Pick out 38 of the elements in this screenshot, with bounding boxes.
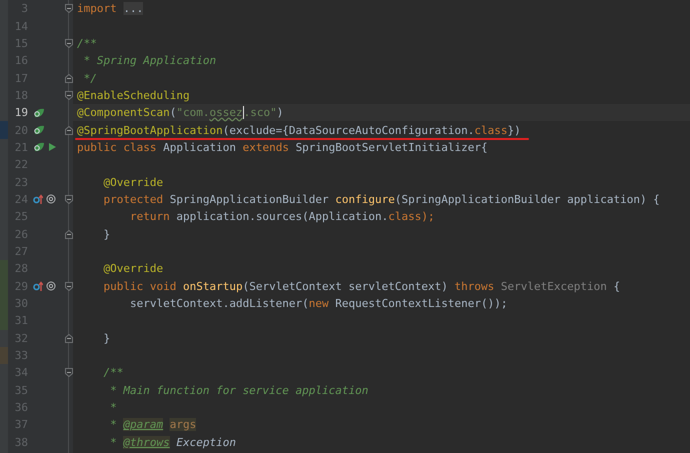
override-icon[interactable] — [33, 280, 43, 292]
code-line: public class Application extends SpringBootServletInitializer{ — [77, 140, 488, 154]
fold-icon[interactable] — [64, 74, 72, 83]
fold-icon[interactable] — [64, 334, 72, 343]
fold-icon[interactable] — [64, 282, 72, 291]
code-line: } — [102, 228, 110, 241]
code-line: */ — [82, 72, 97, 85]
code-line: return application.sources(Application.class); — [128, 210, 435, 224]
code-line: * — [109, 401, 117, 414]
code-line: public void onStartup(ServletContext servletContext) throws ServletException { — [102, 280, 620, 293]
code-line: } — [102, 332, 110, 345]
code-line: @Override — [102, 262, 164, 276]
code-line: @Override — [102, 176, 164, 189]
code-line: /** — [77, 36, 97, 50]
override-icon[interactable] — [33, 194, 43, 205]
fold-icon[interactable] — [64, 126, 72, 135]
line-number: 19 — [14, 106, 28, 120]
code-line: @SpringBootApplication(exclude={DataSourceAutoConfiguration.class}) — [77, 124, 521, 137]
run-icon[interactable] — [48, 142, 57, 152]
code-line: /** — [102, 366, 124, 380]
fold-icon[interactable] — [64, 38, 72, 48]
code-line: @ComponentScan("com.ossez.sco") — [77, 106, 284, 119]
fold-icon[interactable] — [64, 230, 72, 239]
bean-icon[interactable] — [33, 141, 45, 154]
fold-icon[interactable] — [64, 194, 72, 204]
fold-icon[interactable] — [64, 90, 72, 100]
code-line: * Spring Application — [82, 54, 216, 68]
code-line: protected SpringApplicationBuilder configure(SpringApplicationBuilder application) { — [102, 192, 660, 206]
bean-icon[interactable] — [33, 124, 45, 136]
code-line: @EnableScheduling — [77, 88, 190, 102]
code-line: * @param args — [109, 418, 196, 432]
code-line: import ... — [77, 2, 144, 16]
code-line: servletContext.addListener(new RequestContextListener()); — [128, 297, 508, 310]
code-line: * @throws Exception — [109, 436, 236, 449]
bean-icon[interactable] — [33, 106, 45, 119]
fold-icon[interactable] — [64, 4, 72, 14]
fold-icon[interactable] — [64, 368, 72, 378]
code-line: * Main function for service application — [109, 384, 368, 397]
